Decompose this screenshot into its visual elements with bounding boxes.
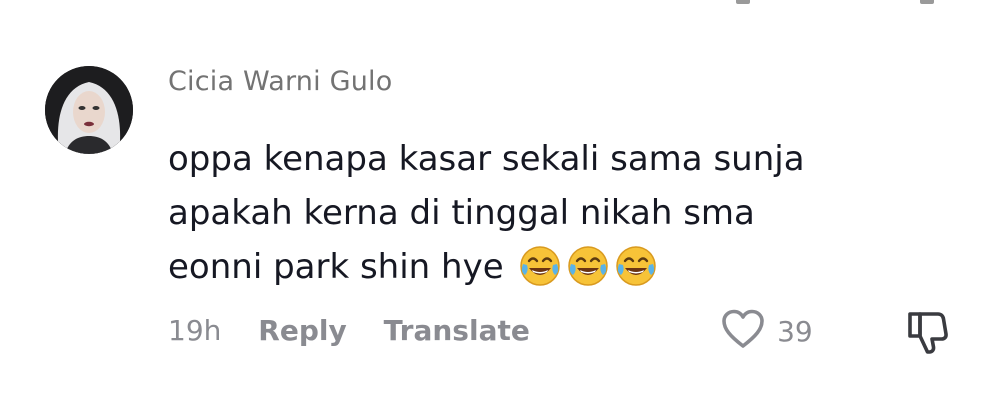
comment-text: oppa kenapa kasar sekali sama sunja apak… <box>168 132 868 296</box>
reply-button[interactable]: Reply <box>258 314 346 347</box>
comment-meta: 19h Reply Translate <box>168 312 530 347</box>
emoji-group <box>518 238 662 292</box>
face-with-tears-of-joy-icon <box>519 246 560 286</box>
comment-line: oppa kenapa kasar sekali sama sunja <box>168 139 805 179</box>
thumbs-down-icon <box>908 312 948 354</box>
translate-button[interactable]: Translate <box>384 314 530 347</box>
like-button[interactable]: 39 <box>720 308 813 354</box>
edge-fragment <box>736 0 750 4</box>
dislike-button[interactable] <box>904 308 950 360</box>
heart-icon <box>720 308 766 354</box>
previous-comment-edge <box>0 0 1000 8</box>
face-with-tears-of-joy-icon <box>615 246 656 286</box>
avatar-portrait-icon <box>45 66 133 154</box>
comment-line-with-emoji: eonni park shin hye <box>168 240 868 296</box>
comment-username[interactable]: Cicia Warni Gulo <box>168 66 392 97</box>
comment-line: apakah kerna di tinggal nikah sma <box>168 193 755 233</box>
like-count: 39 <box>777 314 813 348</box>
face-with-tears-of-joy-icon <box>567 246 608 286</box>
edge-fragment <box>920 0 934 4</box>
avatar[interactable] <box>45 66 133 154</box>
comment-line: eonni park shin hye <box>168 247 504 287</box>
comment-timestamp: 19h <box>168 313 222 347</box>
